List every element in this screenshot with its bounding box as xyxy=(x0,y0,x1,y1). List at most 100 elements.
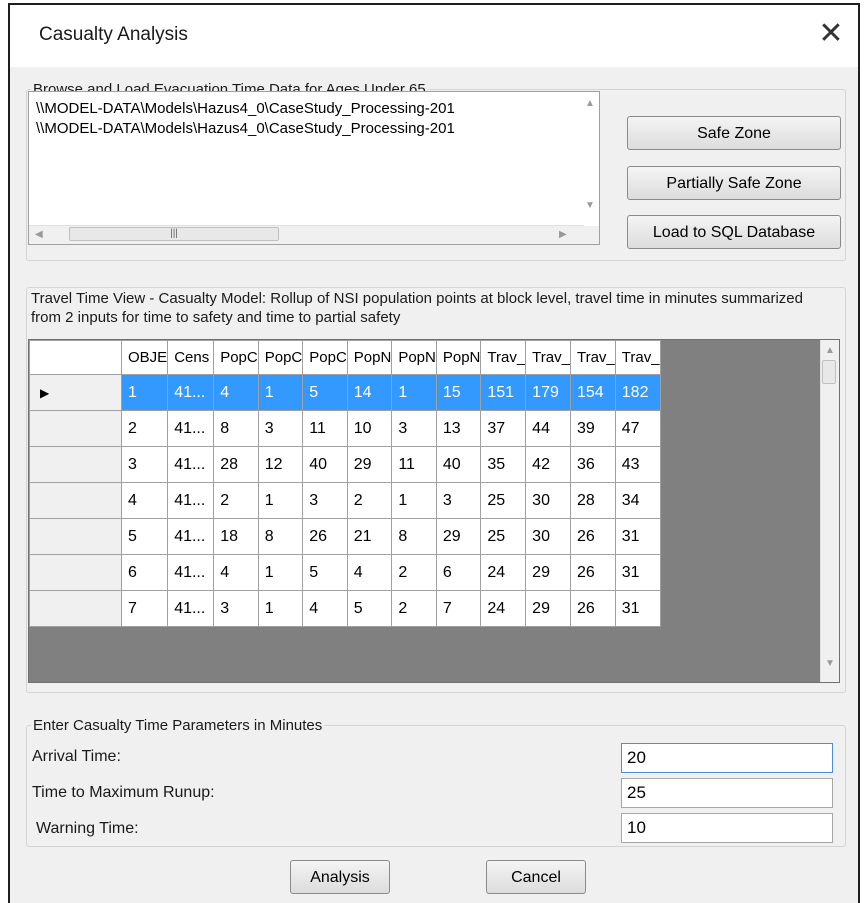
table-row[interactable]: 7 41... 3 1 4 5 2 7 24 29 26 31 xyxy=(29,590,661,627)
column-header[interactable]: PopN xyxy=(346,340,393,375)
table-cell[interactable]: 4 xyxy=(120,482,169,519)
table-cell[interactable]: 6 xyxy=(120,554,169,591)
table-cell[interactable]: 1 xyxy=(257,590,304,627)
table-cell[interactable]: 7 xyxy=(435,590,482,627)
column-header[interactable]: Trav_ xyxy=(569,340,616,375)
file-list-item[interactable]: \\MODEL-DATA\Models\Hazus4_0\CaseStudy_P… xyxy=(36,120,455,137)
table-cell[interactable]: 31 xyxy=(614,518,661,555)
table-cell[interactable]: 4 xyxy=(302,590,348,627)
table-cell[interactable]: 30 xyxy=(525,518,571,555)
grid-vertical-scrollbar[interactable]: ▲ ▼ xyxy=(820,340,839,682)
table-cell[interactable]: 8 xyxy=(257,518,304,555)
scroll-up-icon[interactable]: ▲ xyxy=(585,98,595,109)
table-cell[interactable]: 24 xyxy=(480,590,527,627)
table-cell[interactable]: 182 xyxy=(614,374,661,411)
table-cell[interactable]: 7 xyxy=(120,590,169,627)
table-cell[interactable]: 1 xyxy=(257,374,304,411)
table-cell[interactable]: 26 xyxy=(569,518,616,555)
table-cell[interactable]: 39 xyxy=(569,410,616,447)
table-cell[interactable]: 28 xyxy=(213,446,259,483)
table-row[interactable]: 3 41... 28 12 40 29 11 40 35 42 36 43 xyxy=(29,446,661,483)
column-header[interactable]: PopC xyxy=(257,340,304,375)
table-cell[interactable]: 14 xyxy=(346,374,393,411)
table-cell[interactable]: 41... xyxy=(167,482,215,519)
row-header[interactable] xyxy=(29,410,122,447)
table-cell[interactable]: 26 xyxy=(302,518,348,555)
table-cell[interactable]: 29 xyxy=(435,518,482,555)
table-cell[interactable]: 11 xyxy=(302,410,348,447)
table-cell[interactable]: 3 xyxy=(257,410,304,447)
column-header[interactable]: Trav_ xyxy=(614,340,661,375)
arrival-time-input[interactable] xyxy=(621,743,833,773)
table-cell[interactable]: 3 xyxy=(391,410,437,447)
analysis-button[interactable]: Analysis xyxy=(290,860,390,894)
table-cell[interactable]: 3 xyxy=(302,482,348,519)
table-cell[interactable]: 37 xyxy=(480,410,527,447)
table-cell[interactable]: 28 xyxy=(569,482,616,519)
table-cell[interactable]: 151 xyxy=(480,374,527,411)
table-cell[interactable]: 29 xyxy=(525,554,571,591)
table-row[interactable]: 4 41... 2 1 3 2 1 3 25 30 28 34 xyxy=(29,482,661,519)
row-header[interactable] xyxy=(29,518,122,555)
table-cell[interactable]: 44 xyxy=(525,410,571,447)
safe-zone-button[interactable]: Safe Zone xyxy=(627,116,841,150)
table-cell[interactable]: 29 xyxy=(346,446,393,483)
row-header[interactable] xyxy=(29,590,122,627)
table-cell[interactable]: 2 xyxy=(346,482,393,519)
table-cell[interactable]: 41... xyxy=(167,518,215,555)
row-header[interactable] xyxy=(29,482,122,519)
table-cell[interactable]: 34 xyxy=(614,482,661,519)
table-cell[interactable]: 29 xyxy=(525,590,571,627)
table-cell[interactable]: 3 xyxy=(435,482,482,519)
table-cell[interactable]: 2 xyxy=(120,410,169,447)
table-cell[interactable]: 12 xyxy=(257,446,304,483)
table-cell[interactable]: 41... xyxy=(167,590,215,627)
file-list-vertical-scrollbar[interactable]: ▲ ▼ xyxy=(581,92,599,230)
scroll-up-icon[interactable]: ▲ xyxy=(825,345,835,356)
table-cell[interactable]: 24 xyxy=(480,554,527,591)
table-cell[interactable]: 3 xyxy=(213,590,259,627)
scroll-down-icon[interactable]: ▼ xyxy=(585,200,595,211)
cancel-button[interactable]: Cancel xyxy=(486,860,586,894)
table-cell[interactable]: 2 xyxy=(213,482,259,519)
row-header[interactable] xyxy=(29,554,122,591)
table-cell[interactable]: 1 xyxy=(257,482,304,519)
file-list-item[interactable]: \\MODEL-DATA\Models\Hazus4_0\CaseStudy_P… xyxy=(36,100,455,117)
column-header[interactable]: Trav_ xyxy=(525,340,571,375)
table-cell[interactable]: 1 xyxy=(391,374,437,411)
table-cell[interactable]: 41... xyxy=(167,446,215,483)
table-cell[interactable]: 36 xyxy=(569,446,616,483)
column-header[interactable]: Trav_ xyxy=(480,340,527,375)
table-cell[interactable]: 26 xyxy=(569,590,616,627)
table-cell[interactable]: 4 xyxy=(346,554,393,591)
table-cell[interactable]: 47 xyxy=(614,410,661,447)
table-cell[interactable]: 30 xyxy=(525,482,571,519)
table-cell[interactable]: 40 xyxy=(302,446,348,483)
table-cell[interactable]: 18 xyxy=(213,518,259,555)
table-cell[interactable]: 3 xyxy=(120,446,169,483)
column-header[interactable]: Cens xyxy=(167,340,215,375)
table-cell[interactable]: 41... xyxy=(167,410,215,447)
travel-time-grid[interactable]: OBJE Cens PopC PopC PopC PopN PopN PopN Trav_ Tra… xyxy=(28,339,840,683)
table-cell[interactable]: 2 xyxy=(391,590,437,627)
file-list[interactable]: \\MODEL-DATA\Models\Hazus4_0\CaseStudy_P… xyxy=(28,91,600,245)
table-cell[interactable]: 31 xyxy=(614,554,661,591)
column-header[interactable]: PopC xyxy=(213,340,259,375)
table-cell[interactable]: 42 xyxy=(525,446,571,483)
scroll-left-icon[interactable]: ◀ xyxy=(35,229,43,240)
table-cell[interactable]: 11 xyxy=(391,446,437,483)
table-cell[interactable]: 5 xyxy=(120,518,169,555)
table-cell[interactable]: 40 xyxy=(435,446,482,483)
table-cell[interactable]: 13 xyxy=(435,410,482,447)
scroll-down-icon[interactable]: ▼ xyxy=(825,658,835,669)
table-cell[interactable]: 2 xyxy=(391,554,437,591)
table-cell[interactable]: 10 xyxy=(346,410,393,447)
row-header[interactable] xyxy=(29,446,122,483)
table-cell[interactable]: 1 xyxy=(120,374,169,411)
row-header[interactable]: ▶ xyxy=(29,374,122,411)
table-cell[interactable]: 1 xyxy=(391,482,437,519)
table-row[interactable]: ▶ 1 41... 4 1 5 14 1 15 151 179 154 182 xyxy=(29,374,661,411)
table-row[interactable]: 2 41... 8 3 11 10 3 13 37 44 39 47 xyxy=(29,410,661,447)
table-cell[interactable]: 6 xyxy=(435,554,482,591)
table-cell[interactable]: 5 xyxy=(302,374,348,411)
